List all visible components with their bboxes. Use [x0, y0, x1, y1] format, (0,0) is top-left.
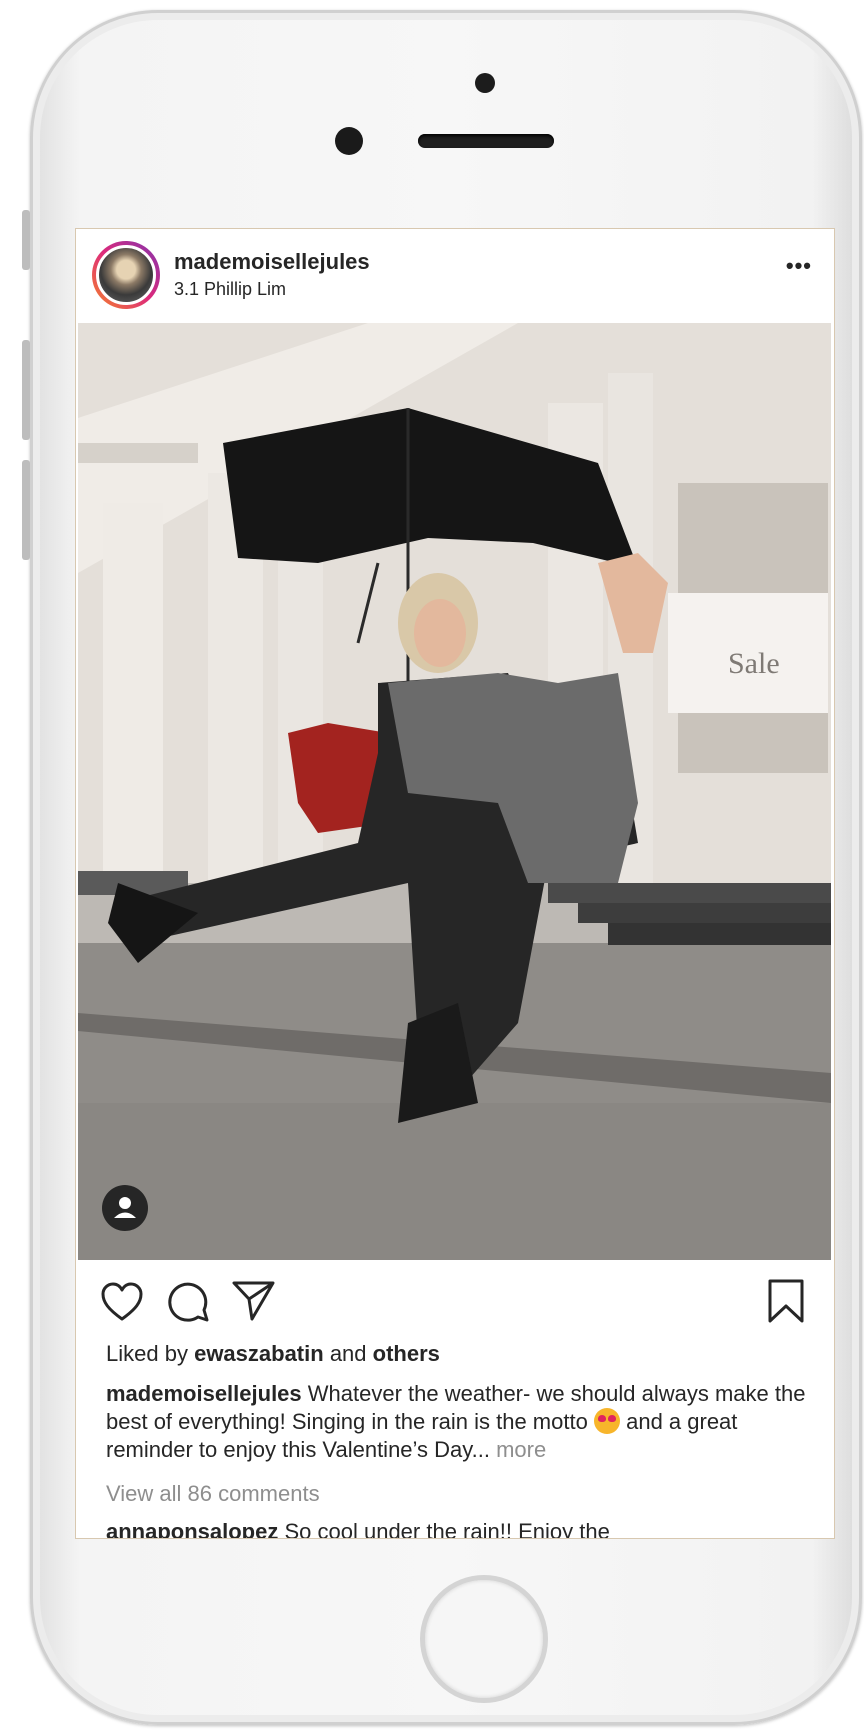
post-actions	[76, 1260, 834, 1330]
side-button	[22, 460, 30, 560]
share-icon[interactable]	[232, 1280, 276, 1322]
liked-by-user[interactable]: ewaszabatin	[194, 1341, 324, 1366]
caption-more-link[interactable]: more	[496, 1437, 546, 1462]
side-button	[22, 340, 30, 440]
avatar[interactable]	[96, 245, 156, 305]
post-location[interactable]: 3.1 Phillip Lim	[174, 279, 286, 300]
likes-prefix: Liked by	[106, 1341, 188, 1366]
instagram-post-screen: mademoisellejules 3.1 Phillip Lim ••• Sa…	[75, 228, 835, 1539]
earpiece-speaker	[418, 134, 554, 148]
caption-username[interactable]: mademoisellejules	[106, 1381, 302, 1406]
likes-connector: and	[329, 1341, 367, 1366]
proximity-sensor	[335, 127, 363, 155]
photo-sale-sign: Sale	[728, 647, 780, 680]
comment-icon[interactable]	[166, 1280, 210, 1324]
more-options-icon[interactable]: •••	[786, 253, 812, 279]
heart-eyes-emoji	[593, 1408, 620, 1434]
comment-preview: annaponsalopez So cool under the rain!! …	[106, 1519, 610, 1539]
user-tag-icon[interactable]	[102, 1185, 148, 1231]
comment-username[interactable]: annaponsalopez	[106, 1519, 278, 1538]
bookmark-icon[interactable]	[766, 1278, 806, 1324]
likes-line: Liked by ewaszabatin and others	[106, 1341, 440, 1367]
post-username[interactable]: mademoisellejules	[174, 249, 370, 275]
front-camera	[475, 73, 495, 93]
side-button	[22, 210, 30, 270]
post-header: mademoisellejules 3.1 Phillip Lim •••	[76, 229, 834, 323]
story-ring[interactable]	[92, 241, 160, 309]
likes-others[interactable]: others	[373, 1341, 440, 1366]
post-photo[interactable]: Sale	[78, 323, 831, 1260]
home-button[interactable]	[420, 1575, 548, 1703]
photo-illustration: Sale	[78, 323, 831, 1260]
view-all-comments-link[interactable]: View all 86 comments	[106, 1481, 320, 1507]
comment-text: So cool under the rain!! Enjoy the	[284, 1519, 610, 1539]
heart-icon[interactable]	[100, 1282, 144, 1322]
post-caption: mademoisellejules Whatever the weather- …	[106, 1380, 816, 1464]
